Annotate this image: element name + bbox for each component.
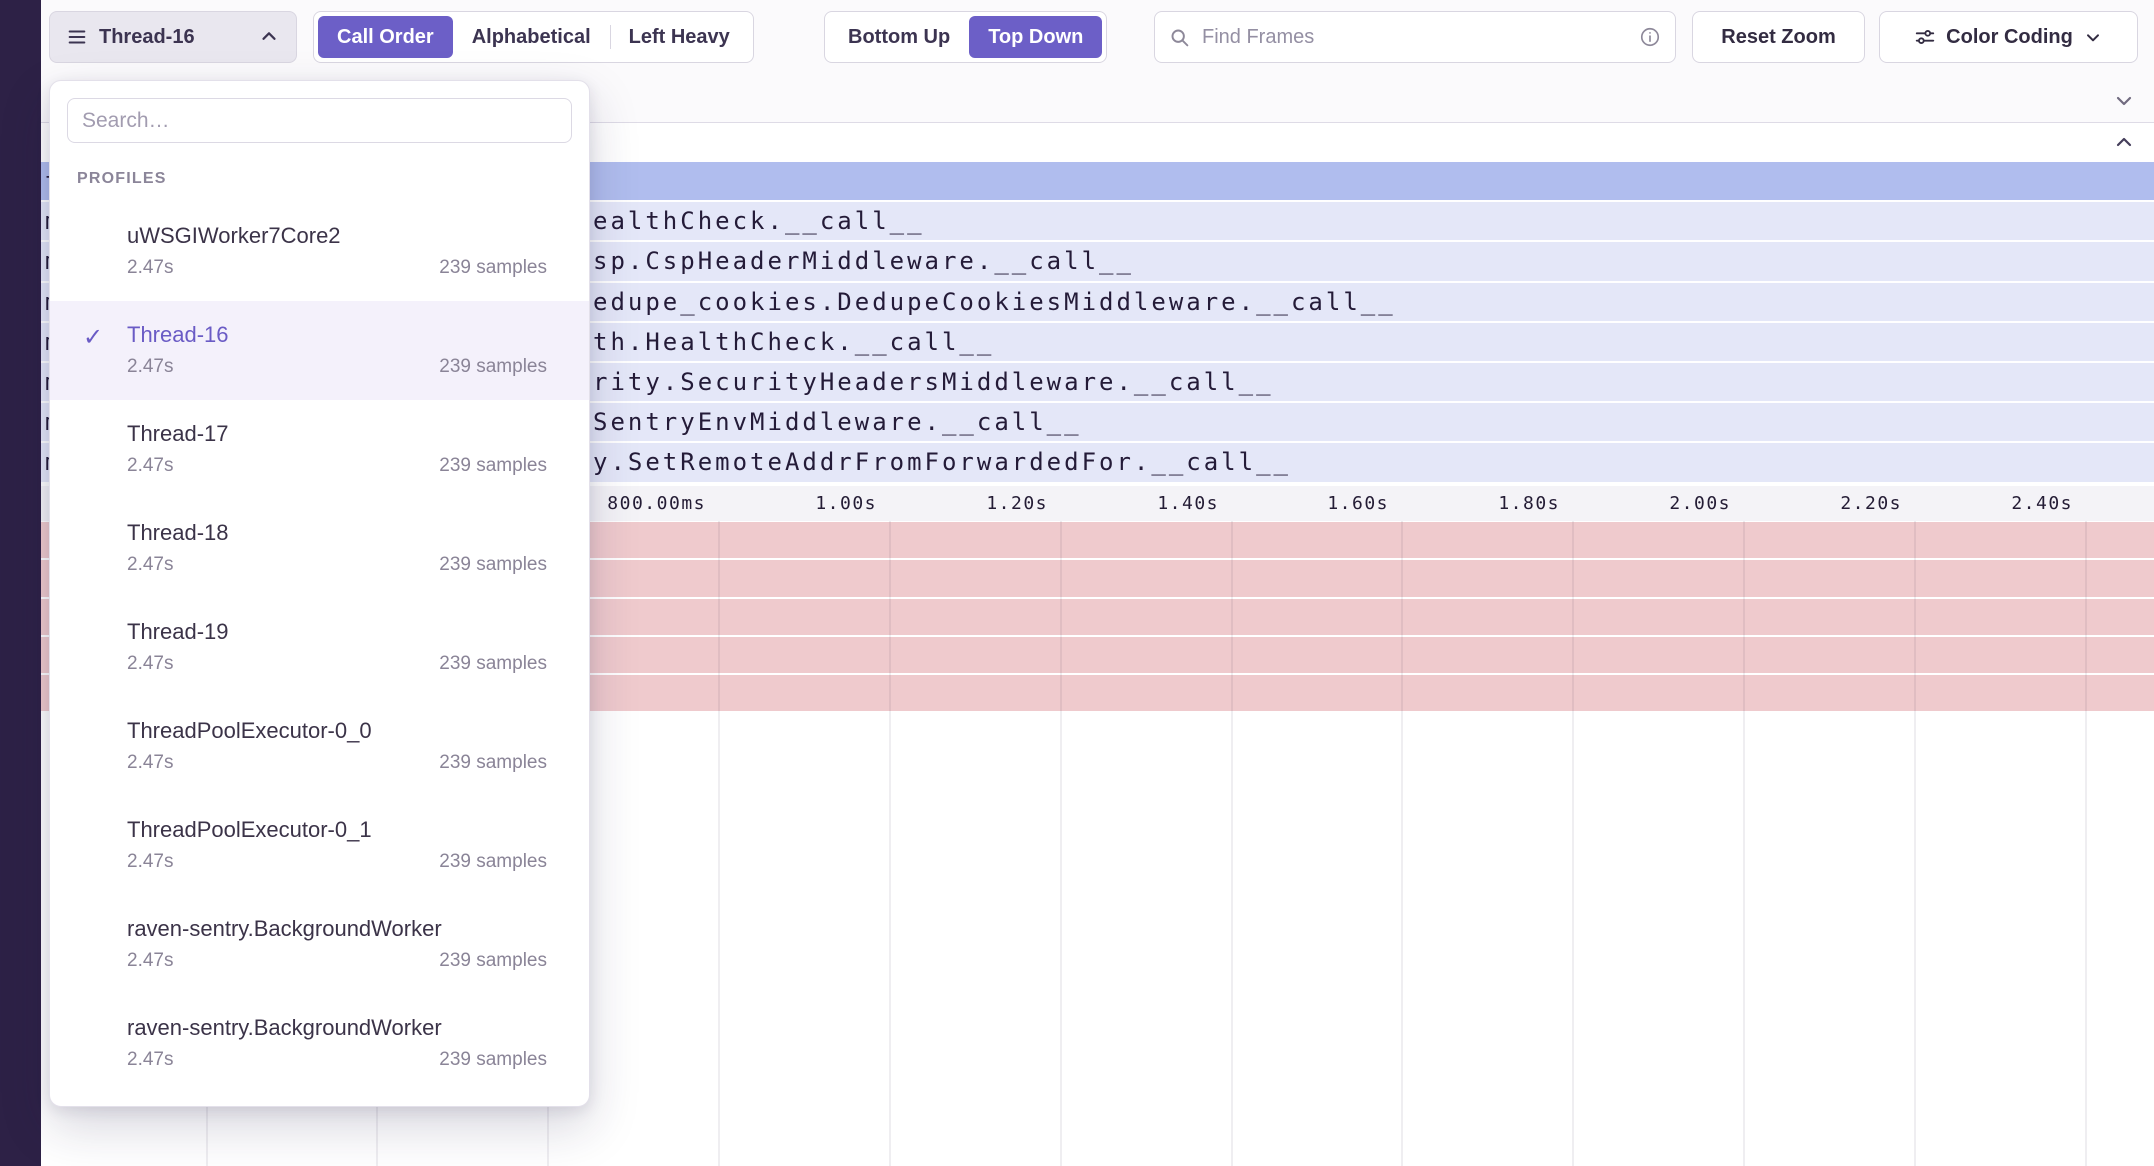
thread-option-raven-sentry-backgroundworker[interactable]: raven-sentry.BackgroundWorker 2.47s 239 sa…	[50, 895, 589, 994]
thread-option-name: ThreadPoolExecutor-0_0	[127, 717, 547, 745]
thread-option-threadpoolexecutor-0-0[interactable]: ThreadPoolExecutor-0_0 2.47s 239 samples	[50, 697, 589, 796]
chevron-down-icon	[2083, 27, 2103, 47]
direction-group: Bottom UpTop Down	[824, 11, 1107, 63]
thread-sample-count: 239 samples	[439, 455, 547, 477]
thread-option-uwsgiworker7core2[interactable]: uWSGIWorker7Core2 2.47s 239 samples	[50, 202, 589, 301]
gridline	[1060, 521, 1062, 1166]
thread-option-meta: 2.47s 239 samples	[127, 950, 547, 972]
time-tick-label: 1.80s	[1498, 493, 1560, 514]
thread-duration: 2.47s	[127, 257, 173, 279]
time-tick-label: 2.40s	[2011, 493, 2073, 514]
thread-option-name: uWSGIWorker7Core2	[127, 222, 547, 250]
time-tick-label: 800.00ms	[607, 493, 706, 514]
reset-zoom-button[interactable]: Reset Zoom	[1692, 11, 1865, 63]
thread-option-name: ThreadPoolExecutor-0_1	[127, 816, 547, 844]
thread-option-name: raven-sentry.BackgroundWorker	[127, 1014, 547, 1042]
thread-sample-count: 239 samples	[439, 851, 547, 873]
thread-option-name: Thread-16	[127, 321, 547, 349]
thread-duration: 2.47s	[127, 455, 173, 477]
sliders-icon	[1914, 26, 1936, 48]
thread-duration: 2.47s	[127, 752, 173, 774]
gridline	[1572, 521, 1574, 1166]
segment-bottom-up[interactable]: Bottom Up	[829, 16, 969, 58]
thread-option-meta: 2.47s 239 samples	[127, 356, 547, 378]
time-tick-label: 1.40s	[1157, 493, 1219, 514]
color-coding-button[interactable]: Color Coding	[1879, 11, 2138, 63]
thread-option-thread-18[interactable]: Thread-18 2.47s 239 samples	[50, 499, 589, 598]
thread-option-meta: 2.47s 239 samples	[127, 851, 547, 873]
list-icon	[66, 26, 88, 48]
thread-sample-count: 239 samples	[439, 554, 547, 576]
thread-option-meta: 2.47s 239 samples	[127, 653, 547, 675]
segment-alphabetical[interactable]: Alphabetical	[453, 16, 610, 58]
thread-option-threadpoolexecutor-0-1[interactable]: ThreadPoolExecutor-0_1 2.47s 239 samples	[50, 796, 589, 895]
gridline	[1743, 521, 1745, 1166]
thread-option-name: raven-sentry.BackgroundWorker	[127, 915, 547, 943]
left-sidebar-strip	[0, 0, 41, 1166]
segment-call-order[interactable]: Call Order	[318, 16, 453, 58]
thread-option-thread-19[interactable]: Thread-19 2.47s 239 samples	[50, 598, 589, 697]
sort-order-group: Call OrderAlphabeticalLeft Heavy	[313, 11, 754, 63]
thread-option-meta: 2.47s 239 samples	[127, 257, 547, 279]
thread-option-thread-16[interactable]: ✓ Thread-16 2.47s 239 samples	[50, 301, 589, 400]
thread-duration: 2.47s	[127, 653, 173, 675]
thread-selector-label: Thread-16	[99, 26, 195, 49]
thread-selector-button[interactable]: Thread-16	[49, 11, 297, 63]
thread-option-raven-sentry-backgroundworker[interactable]: raven-sentry.BackgroundWorker 2.47s 239 sa…	[50, 994, 589, 1093]
search-icon	[1169, 27, 1190, 48]
color-coding-label: Color Coding	[1946, 26, 2073, 49]
thread-option-name: Thread-17	[127, 420, 547, 448]
time-tick-label: 1.60s	[1327, 493, 1389, 514]
find-frames-box	[1154, 11, 1676, 63]
segment-top-down[interactable]: Top Down	[969, 16, 1102, 58]
gridline	[1401, 521, 1403, 1166]
flamegraph-collapse-button[interactable]	[2112, 130, 2136, 154]
time-tick-label: 1.00s	[815, 493, 877, 514]
gridline	[1231, 521, 1233, 1166]
thread-option-name: Thread-19	[127, 618, 547, 646]
thread-dropdown-panel: PROFILES uWSGIWorker7Core2 2.47s 239 sampl…	[49, 80, 590, 1107]
thread-option-name: Thread-18	[127, 519, 547, 547]
gridline	[718, 521, 720, 1166]
thread-duration: 2.47s	[127, 851, 173, 873]
thread-option-thread-17[interactable]: Thread-17 2.47s 239 samples	[50, 400, 589, 499]
thread-option-meta: 2.47s 239 samples	[127, 752, 547, 774]
thread-sample-count: 239 samples	[439, 653, 547, 675]
thread-option-meta: 2.47s 239 samples	[127, 554, 547, 576]
info-icon[interactable]	[1639, 26, 1661, 48]
thread-options-list: uWSGIWorker7Core2 2.47s 239 samples ✓ Thread…	[50, 202, 589, 1093]
frame-text: SentryEnvMiddleware.__call__	[593, 408, 1082, 436]
thread-sample-count: 239 samples	[439, 356, 547, 378]
profiles-section-label: PROFILES	[77, 170, 589, 188]
segment-left-heavy[interactable]: Left Heavy	[610, 16, 749, 58]
reset-zoom-label: Reset Zoom	[1721, 26, 1835, 49]
gridline	[2085, 521, 2087, 1166]
thread-option-meta: 2.47s 239 samples	[127, 1049, 547, 1071]
dropdown-search-input[interactable]	[67, 98, 572, 143]
thread-sample-count: 239 samples	[439, 752, 547, 774]
thread-duration: 2.47s	[127, 950, 173, 972]
thread-duration: 2.47s	[127, 554, 173, 576]
frame-text: ealthCheck.__call__	[593, 207, 925, 235]
gridline	[889, 521, 891, 1166]
time-tick-label: 2.20s	[1840, 493, 1902, 514]
frame-text: edupe_cookies.DedupeCookiesMiddleware.__…	[593, 288, 1396, 316]
thread-sample-count: 239 samples	[439, 257, 547, 279]
gridline	[1914, 521, 1916, 1166]
thread-duration: 2.47s	[127, 1049, 173, 1071]
chevron-up-icon	[258, 26, 280, 48]
frame-text: rity.SecurityHeadersMiddleware.__call__	[593, 368, 1274, 396]
thread-duration: 2.47s	[127, 356, 173, 378]
time-tick-label: 2.00s	[1669, 493, 1731, 514]
checkmark-icon: ✓	[83, 323, 103, 352]
find-frames-input[interactable]	[1200, 25, 1629, 50]
minimap-collapse-button[interactable]	[2112, 88, 2136, 112]
time-tick-label: 1.20s	[986, 493, 1048, 514]
thread-sample-count: 239 samples	[439, 1049, 547, 1071]
thread-option-meta: 2.47s 239 samples	[127, 455, 547, 477]
frame-text: th.HealthCheck.__call__	[593, 328, 994, 356]
thread-sample-count: 239 samples	[439, 950, 547, 972]
frame-text: y.SetRemoteAddrFromForwardedFor.__call__	[593, 448, 1291, 476]
frame-text: sp.CspHeaderMiddleware.__call__	[593, 247, 1134, 275]
